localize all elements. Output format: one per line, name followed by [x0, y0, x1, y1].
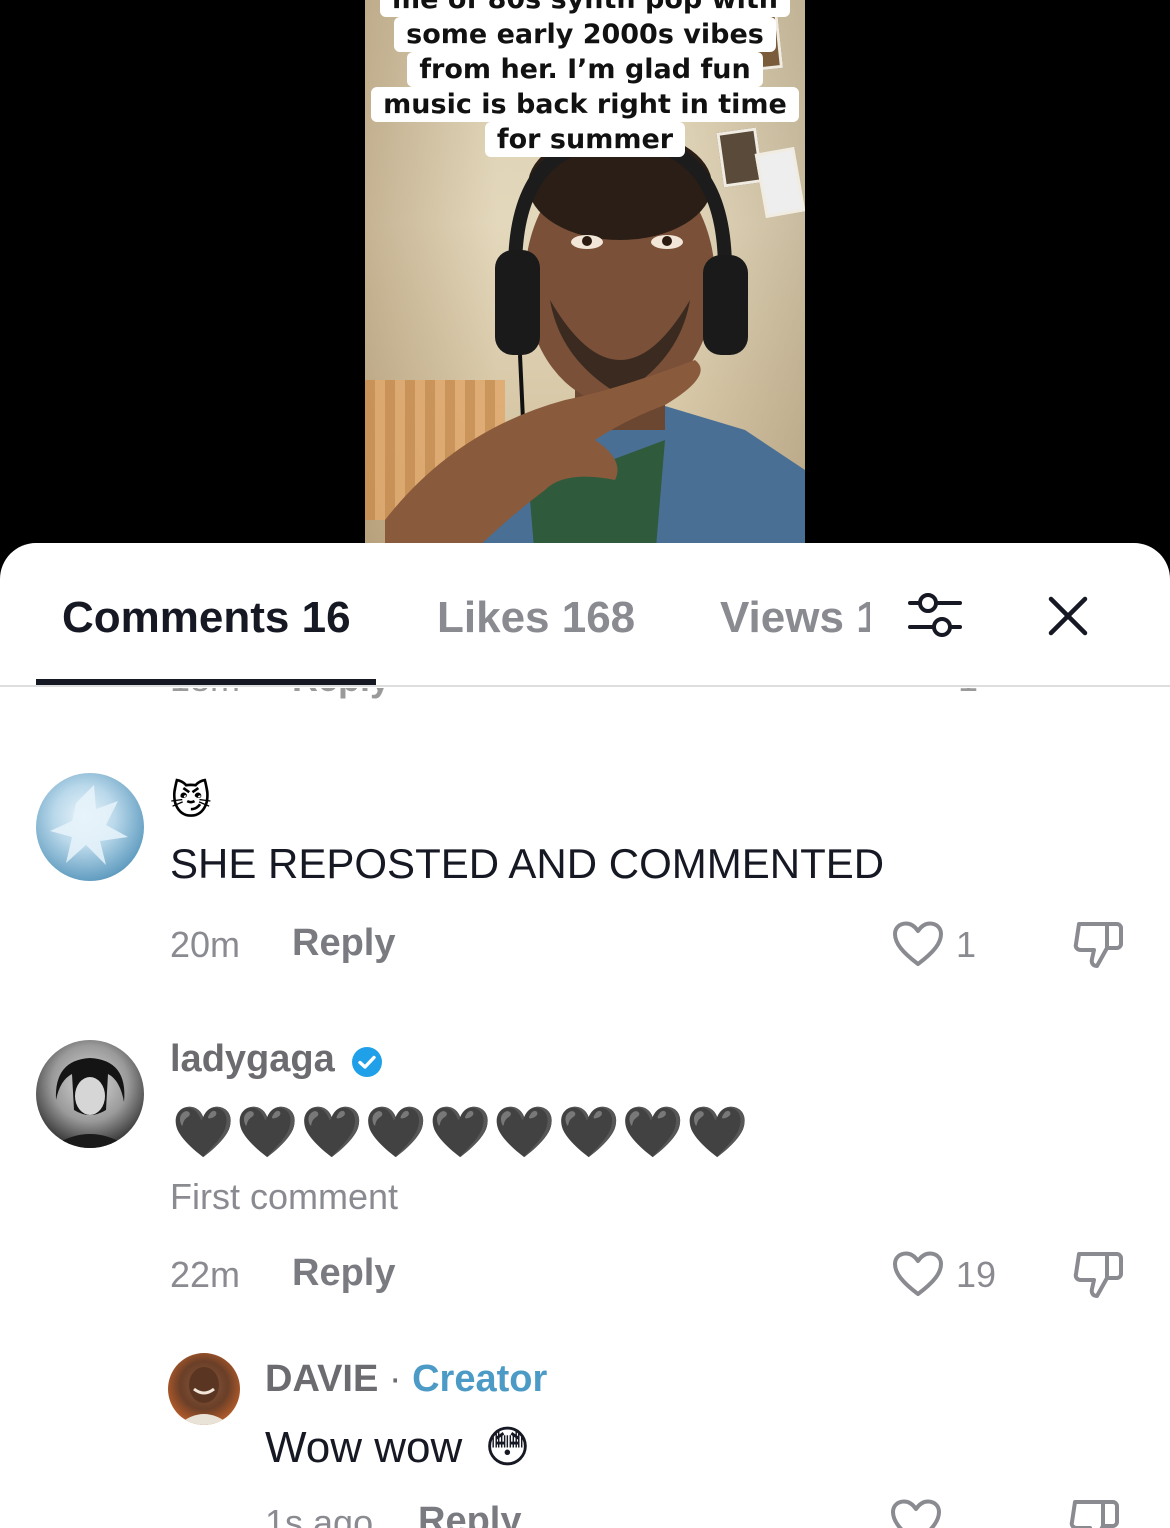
- like-count: 1: [956, 924, 977, 965]
- sliders-icon[interactable]: [900, 585, 970, 645]
- first-comment-label: First comment: [170, 1176, 399, 1217]
- comment-time: 18m: [170, 688, 240, 700]
- tab-likes[interactable]: Likes 168: [437, 593, 635, 643]
- caption-line: some early 2000s vibes: [394, 17, 776, 52]
- video-frame: me of 80s synth pop with some early 2000…: [365, 0, 805, 560]
- caption-line: music is back right in time: [371, 87, 799, 122]
- video-caption: me of 80s synth pop with some early 2000…: [365, 0, 805, 157]
- comment-text: 🖤🖤🖤🖤🖤🖤🖤🖤🖤: [172, 1104, 751, 1160]
- tab-bar: Comments 16 Likes 168 Views 1: [0, 543, 1170, 687]
- like-count: 19: [956, 1254, 997, 1295]
- reply-emoji: 😳: [484, 1423, 531, 1472]
- active-tab-indicator: [36, 679, 376, 685]
- heart-outline-icon[interactable]: [888, 1496, 944, 1528]
- username[interactable]: ladygaga: [170, 1038, 335, 1081]
- reply-author: DAVIE · Creator: [265, 1358, 547, 1401]
- verified-badge-icon: [350, 1045, 384, 1079]
- reply-text-body: Wow wow: [265, 1423, 463, 1472]
- separator-dot: ·: [378, 1358, 413, 1400]
- username[interactable]: DAVIE: [265, 1358, 378, 1400]
- creator-badge: Creator: [412, 1358, 548, 1400]
- caption-line: me of 80s synth pop with: [380, 0, 790, 17]
- like-count: 1: [958, 688, 978, 700]
- reply-text: Wow wow 😳: [265, 1422, 530, 1473]
- caption-line: from her. I’m glad fun: [407, 52, 763, 87]
- close-icon[interactable]: [1038, 588, 1098, 643]
- comments-sheet: Comments 16 Likes 168 Views 1 18m Reply …: [0, 543, 1170, 1528]
- heart-outline-icon[interactable]: [890, 1248, 946, 1300]
- comment-time: 22m: [170, 1254, 241, 1295]
- comment-time: 20m: [170, 924, 241, 965]
- reply-button[interactable]: Reply: [292, 1252, 395, 1295]
- heart-outline-icon[interactable]: [890, 918, 946, 970]
- caption-line: for summer: [484, 122, 686, 157]
- tab-views[interactable]: Views 1: [720, 593, 870, 643]
- thumbs-down-icon[interactable]: [1068, 1246, 1128, 1302]
- comment-time: 1s ago: [265, 1502, 374, 1528]
- comment-text: SHE REPOSTED AND COMMENTED: [170, 840, 885, 887]
- thumbs-down-icon[interactable]: [1064, 1494, 1124, 1528]
- tab-comments[interactable]: Comments 16: [62, 593, 351, 643]
- avatar[interactable]: [168, 1353, 240, 1425]
- comment-list[interactable]: 18m Reply 1 😼 SHE REPOSTED AND COMMENTED…: [0, 688, 1170, 1528]
- reply-button[interactable]: Reply: [292, 922, 395, 965]
- reply-button[interactable]: Reply: [292, 688, 390, 700]
- video-player[interactable]: me of 80s synth pop with some early 2000…: [0, 0, 1170, 560]
- avatar[interactable]: [36, 1040, 144, 1148]
- avatar[interactable]: [36, 773, 144, 881]
- comment-emoji: 😼: [170, 779, 212, 823]
- thumbs-down-icon[interactable]: [1068, 916, 1128, 972]
- partial-comment-row: 18m Reply 1: [0, 688, 1170, 700]
- reply-button[interactable]: Reply: [418, 1500, 521, 1528]
